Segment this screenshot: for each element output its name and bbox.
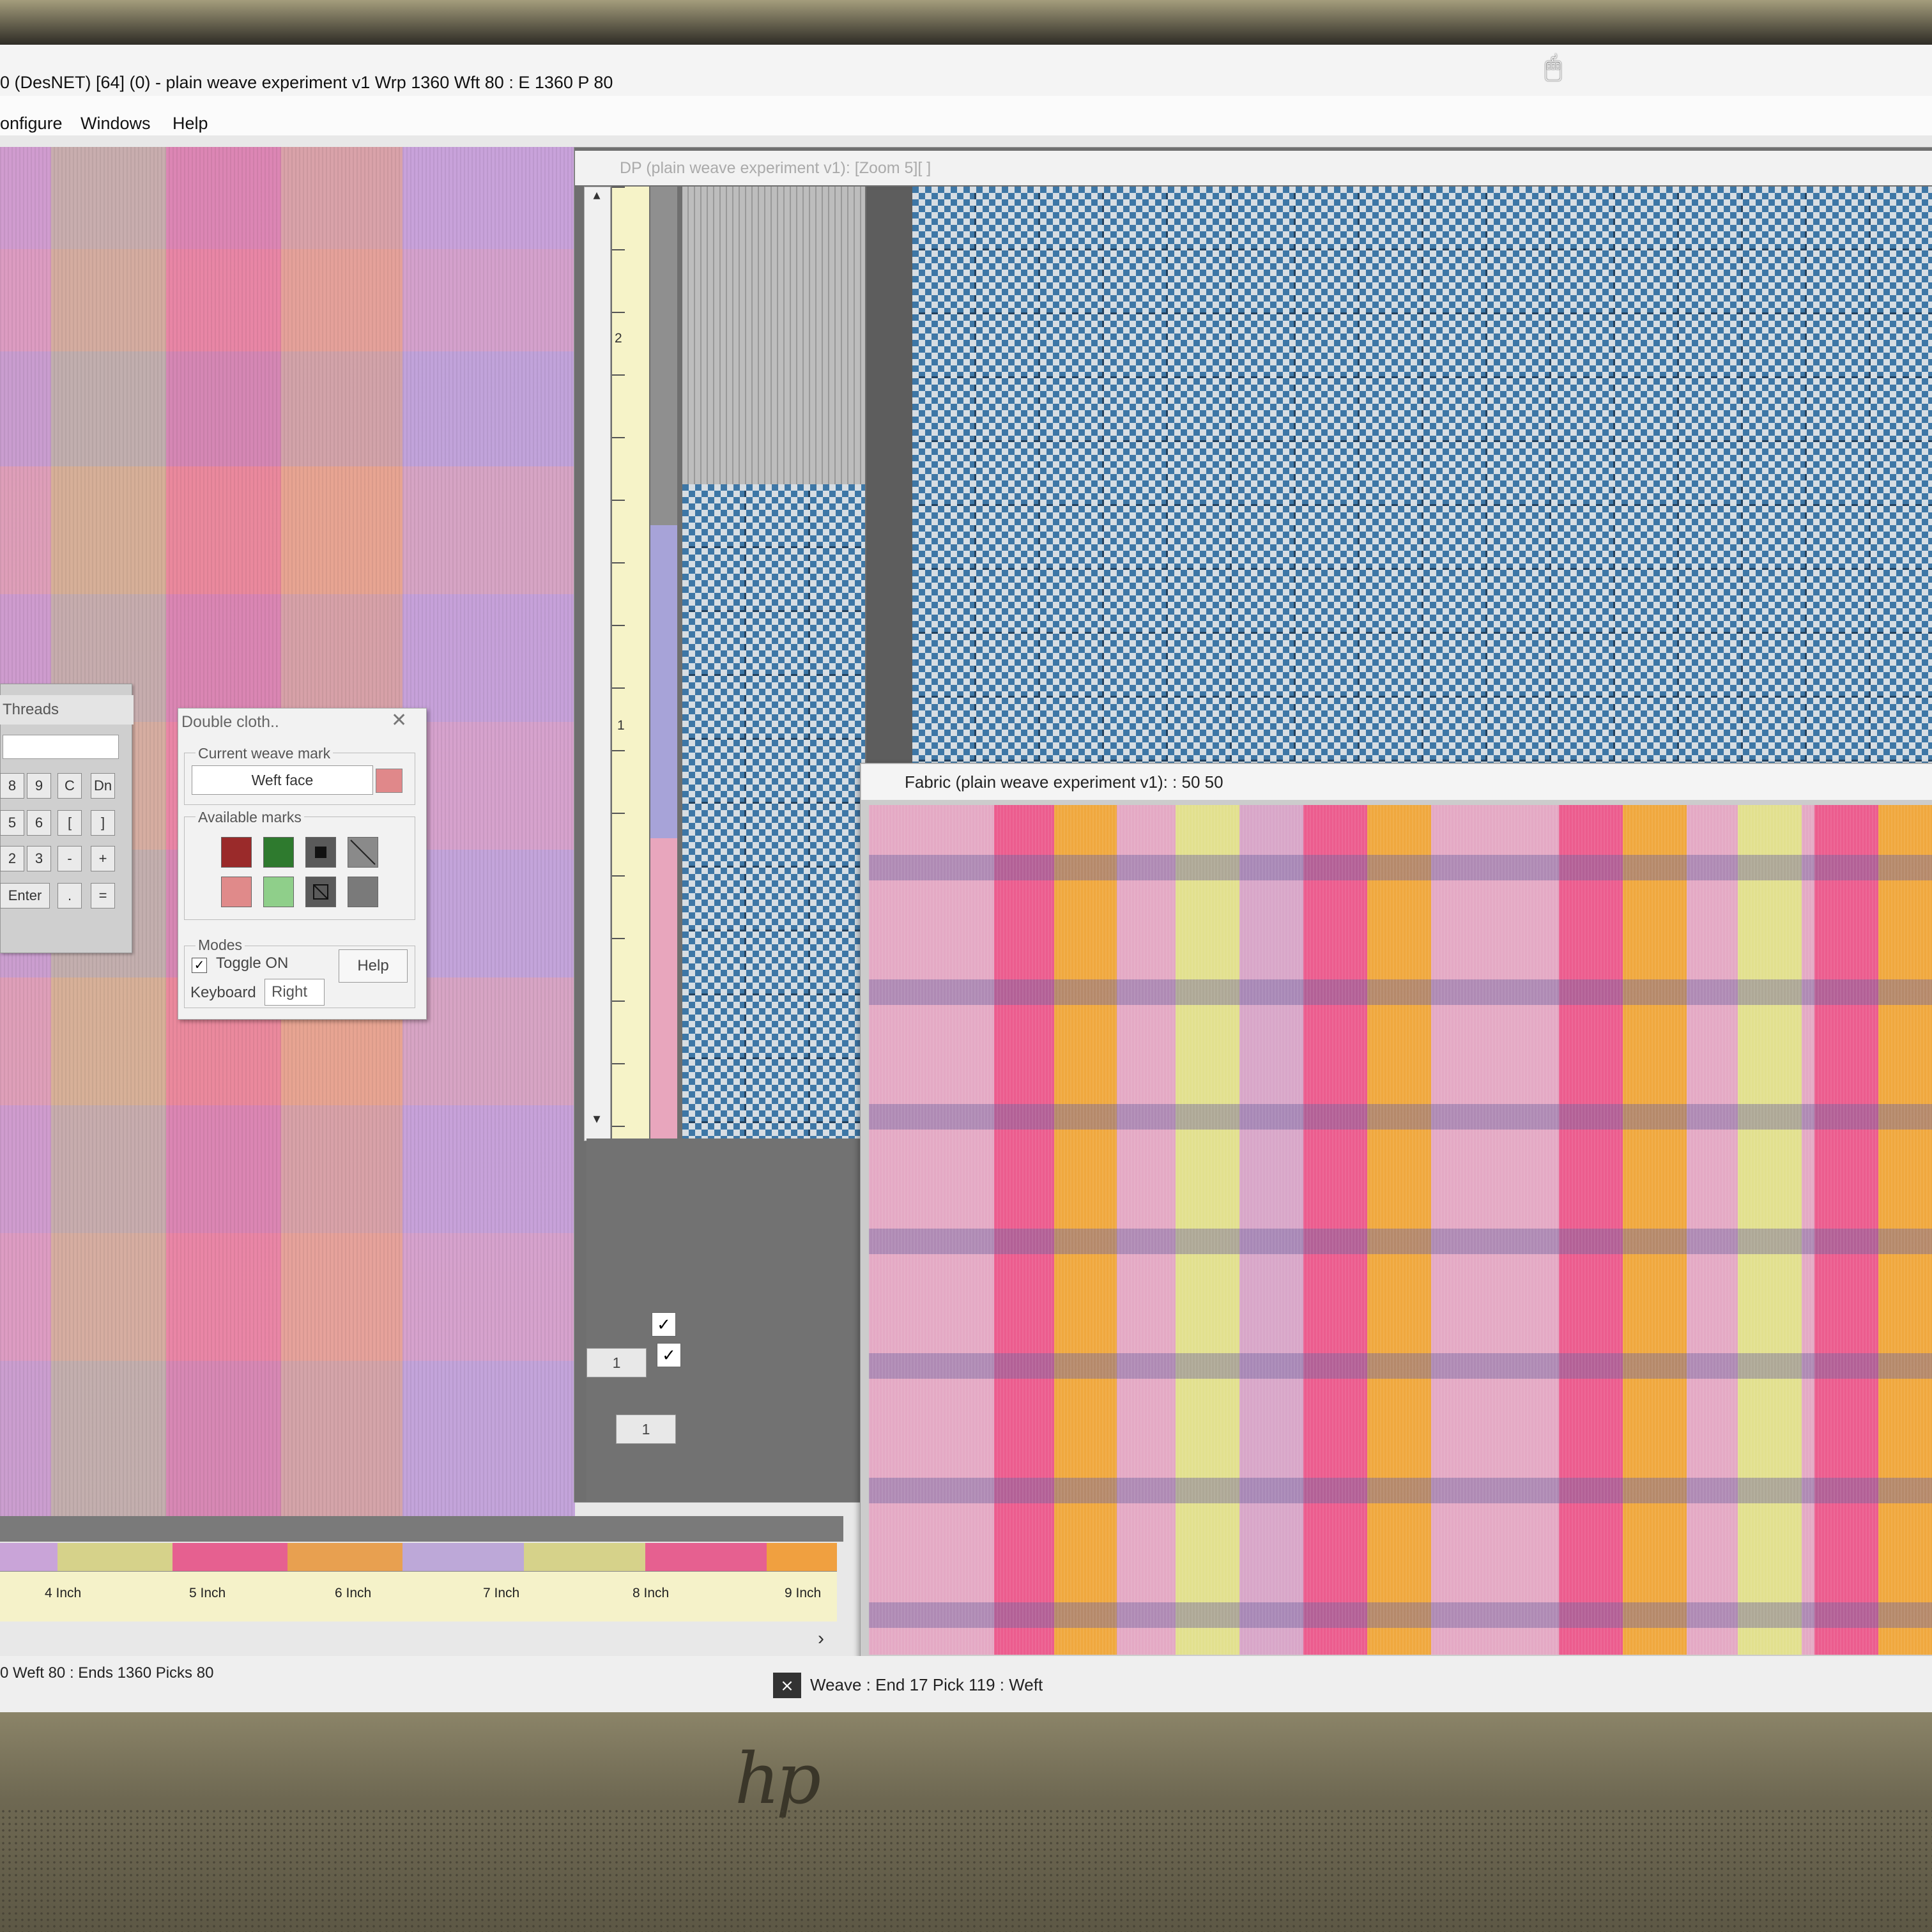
- key-3[interactable]: 3: [27, 846, 51, 871]
- current-weave-swatch: [376, 769, 402, 793]
- weave-mode-icon: ⨯: [773, 1673, 801, 1698]
- available-marks-group: [184, 816, 415, 920]
- key-open-bracket[interactable]: [: [57, 810, 82, 836]
- screen: 0 (DesNET) [64] (0) - plain weave experi…: [0, 45, 1932, 1712]
- drawdown-grid[interactable]: [912, 187, 1932, 842]
- key-enter[interactable]: Enter: [0, 883, 50, 908]
- filled-square-icon[interactable]: [305, 837, 336, 868]
- modes-label: Modes: [195, 937, 245, 954]
- mark-light-red[interactable]: [221, 877, 252, 907]
- dp-vertical-scrollbar[interactable]: [584, 187, 611, 1141]
- ruler-label: 8 Inch: [632, 1586, 670, 1600]
- hp-logo: hp: [735, 1738, 821, 1820]
- toggle-label: Toggle ON: [216, 954, 289, 972]
- key-6[interactable]: 6: [27, 810, 51, 836]
- mark-dark-green[interactable]: [263, 837, 294, 868]
- crossed-square-icon[interactable]: [305, 877, 336, 907]
- menu-configure[interactable]: onfigure: [0, 114, 63, 134]
- key-2[interactable]: 2: [0, 846, 24, 871]
- key-plus[interactable]: +: [91, 846, 115, 871]
- key-clear[interactable]: C: [57, 773, 82, 799]
- speaker-grille: [0, 1808, 1932, 1932]
- double-cloth-title: Double cloth..: [181, 713, 279, 731]
- key-equals[interactable]: =: [91, 883, 115, 908]
- key-minus[interactable]: -: [57, 846, 82, 871]
- weft-color-strip[interactable]: [650, 187, 677, 1138]
- dp-checkbox[interactable]: ✓: [652, 1312, 676, 1337]
- fabric-window-title[interactable]: Fabric (plain weave experiment v1): : 50…: [861, 764, 1932, 800]
- menu-windows[interactable]: Windows: [80, 114, 151, 134]
- threads-panel-title: Threads: [0, 695, 134, 724]
- dp-vertical-ruler: [612, 187, 649, 1138]
- dp-lower-panel: [586, 1138, 861, 1501]
- status-left-text: 0 Weft 80 : Ends 1360 Picks 80: [0, 1664, 214, 1682]
- current-weave-field: Weft face: [192, 765, 373, 795]
- key-close-bracket[interactable]: ]: [91, 810, 115, 836]
- mark-grey[interactable]: [348, 877, 378, 907]
- ruler-label: 7 Inch: [483, 1586, 520, 1600]
- dp-ruler-label: 2: [615, 331, 622, 346]
- dp-number-field[interactable]: 1: [586, 1348, 647, 1377]
- dp-ruler-label: 1: [617, 718, 625, 733]
- liftplan-grid[interactable]: [682, 484, 865, 1138]
- dp-window-title[interactable]: DP (plain weave experiment v1): [Zoom 5]…: [575, 151, 1932, 185]
- keyboard-label: Keyboard: [190, 984, 256, 1001]
- help-button[interactable]: Help: [339, 949, 408, 983]
- dp-number-field[interactable]: 1: [616, 1414, 676, 1444]
- ruler-label: 5 Inch: [189, 1586, 226, 1600]
- key-5[interactable]: 5: [0, 810, 24, 836]
- key-dot[interactable]: .: [57, 883, 82, 908]
- threads-input[interactable]: [3, 735, 119, 759]
- scroll-up-arrow-icon[interactable]: ▴: [584, 187, 610, 212]
- key-8[interactable]: 8: [0, 773, 24, 799]
- dp-checkbox[interactable]: ✓: [657, 1343, 681, 1367]
- status-right-text: Weave : End 17 Pick 119 : Weft: [810, 1675, 1043, 1694]
- close-icon[interactable]: ✕: [391, 709, 407, 732]
- menu-help[interactable]: Help: [172, 114, 208, 134]
- key-9[interactable]: 9: [27, 773, 51, 799]
- window-title: 0 (DesNET) [64] (0) - plain weave experi…: [0, 73, 613, 92]
- ruler-label: 6 Inch: [335, 1586, 372, 1600]
- ruler-label: 4 Inch: [45, 1586, 82, 1600]
- keyboard-select[interactable]: Right: [264, 979, 325, 1006]
- mark-dark-red[interactable]: [221, 837, 252, 868]
- scroll-down-arrow-icon[interactable]: ▾: [584, 1110, 610, 1136]
- scroll-right-arrow-icon[interactable]: ›: [818, 1628, 824, 1650]
- current-weave-mark-label: Current weave mark: [195, 745, 334, 762]
- mouse-cursor-icon: 🖱: [1545, 51, 1562, 82]
- inch-ruler: [0, 1571, 837, 1621]
- key-down[interactable]: Dn: [91, 773, 115, 799]
- mark-light-green[interactable]: [263, 877, 294, 907]
- menu-bar: [0, 96, 1932, 135]
- diagonal-slash-icon[interactable]: [348, 837, 378, 868]
- fabric-simulation[interactable]: [869, 805, 1932, 1655]
- available-marks-label: Available marks: [195, 809, 304, 826]
- warp-color-strip[interactable]: [0, 1543, 837, 1571]
- toggle-checkbox[interactable]: ✓: [192, 958, 207, 973]
- threading-grid[interactable]: [682, 187, 865, 484]
- ruler-label: 9 Inch: [785, 1586, 822, 1600]
- left-horizontal-bar: [0, 1516, 843, 1542]
